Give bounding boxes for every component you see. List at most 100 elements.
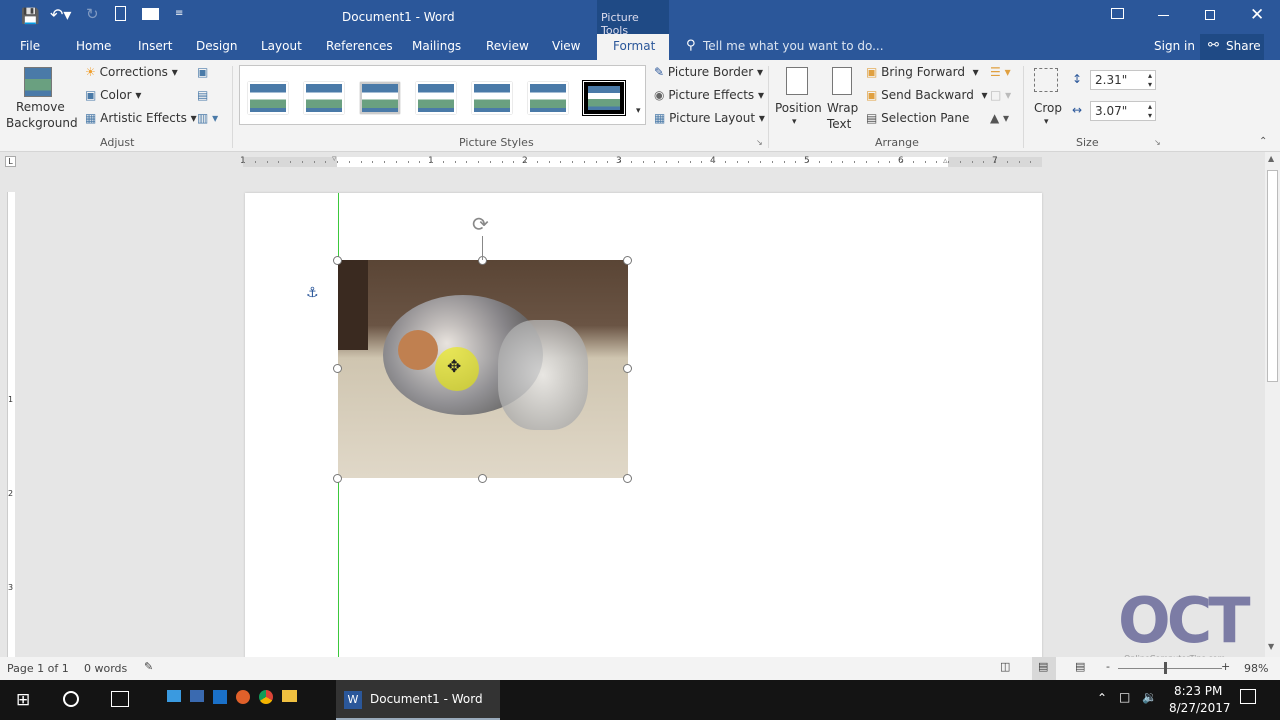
corrections-button[interactable]: ☀ Corrections ▾ [85, 65, 178, 79]
zoom-slider[interactable] [1118, 668, 1222, 669]
tab-file[interactable]: File [20, 39, 40, 53]
artistic-effects-button[interactable]: ▦ Artistic Effects ▾ [85, 111, 197, 125]
cortana-icon[interactable] [63, 691, 79, 707]
width-field[interactable]: 3.07" ▴ ▾ [1090, 101, 1156, 121]
resize-handle[interactable] [333, 474, 342, 483]
crop-button[interactable]: Crop ▾ [1030, 65, 1066, 135]
picture-style-thumb[interactable] [360, 82, 400, 114]
task-view-icon[interactable] [111, 691, 129, 707]
open-icon[interactable] [142, 8, 159, 20]
reset-picture-icon[interactable]: ▥ ▾ [197, 111, 218, 125]
page-count[interactable]: Page 1 of 1 [7, 662, 69, 675]
height-spinner[interactable]: ▴ ▾ [1148, 71, 1152, 89]
vertical-scrollbar[interactable]: ▲ ▼ [1265, 152, 1280, 657]
compress-pictures-icon[interactable]: ▣ [197, 65, 208, 79]
tell-me-search[interactable]: Tell me what you want to do... [703, 39, 884, 53]
resize-handle[interactable] [478, 474, 487, 483]
chrome-icon[interactable] [259, 690, 273, 704]
tab-view[interactable]: View [552, 39, 580, 53]
zoom-out-icon[interactable]: - [1106, 660, 1110, 673]
app-icon[interactable] [190, 690, 204, 702]
share-button[interactable]: ⚯ Share [1200, 34, 1264, 60]
indent-marker[interactable]: ▿ [332, 154, 337, 164]
volume-icon[interactable]: 🔉 [1142, 690, 1157, 704]
vertical-ruler[interactable]: 1 2 3 [7, 192, 15, 657]
bring-forward-button[interactable]: ▣ Bring Forward ▾ [866, 65, 979, 79]
word-count[interactable]: 0 words [84, 662, 127, 675]
width-spinner[interactable]: ▴ ▾ [1148, 102, 1152, 120]
resize-handle[interactable] [623, 364, 632, 373]
ribbon-display-icon[interactable] [1111, 8, 1124, 19]
resize-handle[interactable] [333, 256, 342, 265]
new-icon[interactable] [115, 6, 126, 21]
dialog-launcher-icon[interactable]: ↘ [756, 138, 763, 147]
picture-layout-button[interactable]: ▦ Picture Layout ▾ [654, 111, 765, 125]
change-picture-icon[interactable]: ▤ [197, 88, 208, 102]
tab-selector[interactable]: L [5, 156, 16, 167]
sign-in-link[interactable]: Sign in [1154, 39, 1195, 53]
picture-effects-button[interactable]: ◉ Picture Effects ▾ [654, 88, 764, 102]
zoom-level[interactable]: 98% [1244, 662, 1268, 675]
firefox-icon[interactable] [236, 690, 250, 704]
outlook-icon[interactable] [213, 690, 227, 704]
desktop-icon[interactable] [167, 690, 181, 702]
send-backward-button[interactable]: ▣ Send Backward ▾ [866, 88, 988, 102]
tab-home[interactable]: Home [76, 39, 111, 53]
zoom-in-icon[interactable]: + [1221, 660, 1230, 673]
picture-style-thumb[interactable] [416, 82, 456, 114]
picture-style-thumb[interactable] [304, 82, 344, 114]
color-button[interactable]: ▣ Color ▾ [85, 88, 141, 102]
file-explorer-icon[interactable] [282, 690, 297, 702]
scroll-down-icon[interactable]: ▼ [1268, 642, 1274, 651]
scroll-up-icon[interactable]: ▲ [1268, 154, 1274, 163]
redo-icon[interactable]: ↻ [86, 5, 99, 23]
restore-icon[interactable] [1205, 10, 1215, 20]
tab-design[interactable]: Design [196, 39, 237, 53]
gallery-more-icon[interactable]: ▾ [636, 106, 641, 116]
picture-style-thumb[interactable] [528, 82, 568, 114]
tab-layout[interactable]: Layout [261, 39, 302, 53]
picture-style-thumb-selected[interactable] [584, 82, 624, 114]
picture-border-button[interactable]: ✎ Picture Border ▾ [654, 65, 763, 79]
picture-style-thumb[interactable] [248, 82, 288, 114]
taskbar-word-button[interactable]: W Document1 - Word [336, 680, 500, 720]
scrollbar-thumb[interactable] [1267, 170, 1278, 382]
clock-time[interactable]: 8:23 PM [1174, 684, 1222, 698]
tab-mailings[interactable]: Mailings [412, 39, 461, 53]
zoom-slider-thumb[interactable] [1164, 662, 1167, 674]
tab-insert[interactable]: Insert [138, 39, 172, 53]
customize-icon[interactable]: ≡ [175, 8, 183, 19]
horizontal-ruler[interactable]: L 11234567 ▿ ▵ [0, 152, 1265, 172]
tab-review[interactable]: Review [486, 39, 529, 53]
resize-handle[interactable] [623, 256, 632, 265]
align-icon[interactable]: ☰ ▾ [990, 65, 1011, 79]
resize-handle[interactable] [623, 474, 632, 483]
rotate-handle-icon[interactable]: ⟳ [472, 212, 489, 236]
remove-background-button[interactable]: Remove Background [4, 64, 78, 134]
web-layout-icon[interactable]: ▤ [1075, 660, 1085, 673]
collapse-ribbon-icon[interactable]: ⌃ [1259, 136, 1267, 147]
rotate-icon[interactable]: ▲ ▾ [990, 111, 1009, 125]
close-icon[interactable]: ✕ [1250, 5, 1264, 25]
position-button[interactable]: Position ▾ [772, 65, 822, 135]
selection-pane-button[interactable]: ▤ Selection Pane [866, 111, 969, 125]
dog-picture[interactable]: ✥ [338, 260, 628, 478]
height-field[interactable]: 2.31" ▴ ▾ [1090, 70, 1156, 90]
minimize-icon[interactable] [1158, 15, 1169, 16]
proofing-icon[interactable]: ✎ [144, 660, 153, 673]
show-hidden-icons[interactable]: ⌃ [1097, 691, 1107, 705]
tab-references[interactable]: References [326, 39, 393, 53]
windows-start-icon[interactable]: ⊞ [16, 690, 30, 710]
network-icon[interactable]: □ [1119, 690, 1130, 704]
action-center-icon[interactable] [1240, 689, 1256, 704]
clock-date[interactable]: 8/27/2017 [1169, 701, 1231, 715]
tab-format[interactable]: Format [597, 34, 669, 60]
wrap-text-button[interactable]: Wrap Text [824, 65, 860, 135]
undo-icon[interactable]: ↶▾ [50, 5, 71, 24]
picture-style-thumb[interactable] [472, 82, 512, 114]
resize-handle[interactable] [333, 364, 342, 373]
print-layout-button[interactable]: ▤ [1032, 657, 1056, 680]
dialog-launcher-icon[interactable]: ↘ [1154, 138, 1161, 147]
save-icon[interactable]: 💾 [21, 7, 40, 25]
read-mode-icon[interactable]: ◫ [1000, 660, 1010, 673]
